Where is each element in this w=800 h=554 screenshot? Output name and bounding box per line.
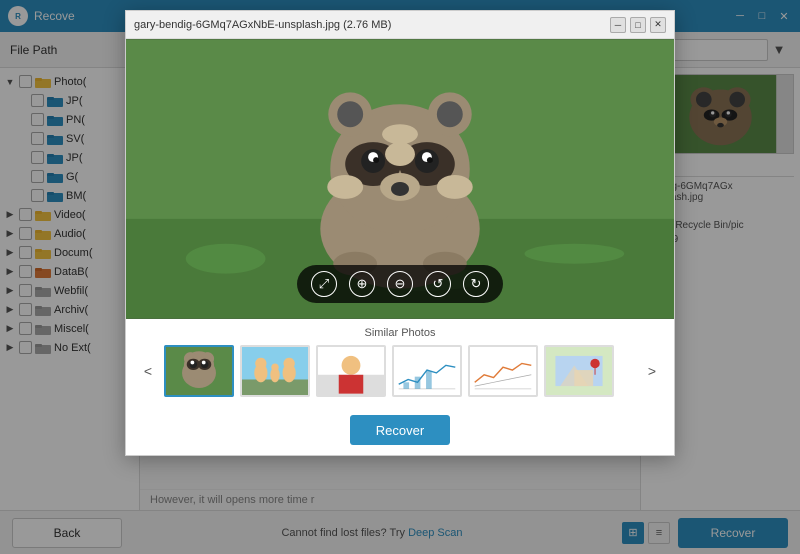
modal-title: gary-bendig-6GMq7AGxNbE-unsplash.jpg (2.…	[134, 19, 610, 31]
modal-recover-area: Recover	[126, 405, 674, 455]
similar-photos-row: <	[138, 345, 662, 397]
thumb-inner-4	[394, 347, 460, 395]
preview-modal: gary-bendig-6GMq7AGxNbE-unsplash.jpg (2.…	[125, 10, 675, 456]
thumb-inner-6	[546, 347, 612, 395]
thumb-inner-3	[318, 347, 384, 395]
thumb-inner-2	[242, 347, 308, 395]
similar-photos-title: Similar Photos	[138, 327, 662, 339]
modal-recover-button[interactable]: Recover	[350, 415, 450, 445]
thumb-inner-5	[470, 347, 536, 395]
rotate-right-button[interactable]: ↻	[463, 271, 489, 297]
rotate-left-button[interactable]: ↺	[425, 271, 451, 297]
similar-thumbs-container	[164, 345, 636, 397]
modal-overlay: gary-bendig-6GMq7AGxNbE-unsplash.jpg (2.…	[0, 0, 800, 554]
image-controls: ⤢ ⊕ ⊖ ↺ ↻	[297, 265, 503, 303]
modal-title-bar: gary-bendig-6GMq7AGxNbE-unsplash.jpg (2.…	[126, 11, 674, 39]
similar-photos-section: Similar Photos <	[126, 319, 674, 405]
similar-thumb-6[interactable]	[544, 345, 614, 397]
modal-title-controls: ─ □ ✕	[610, 17, 666, 33]
modal-maximize-button[interactable]: □	[630, 17, 646, 33]
similar-thumb-1[interactable]	[164, 345, 234, 397]
similar-thumb-4[interactable]	[392, 345, 462, 397]
prev-arrow-button[interactable]: <	[138, 361, 158, 381]
app-window: R Recove ─ □ ✕ File Path ▼ ▼ Photo(	[0, 0, 800, 554]
thumb-inner-1	[166, 347, 232, 395]
modal-minimize-button[interactable]: ─	[610, 17, 626, 33]
modal-image-area: ⤢ ⊕ ⊖ ↺ ↻	[126, 39, 674, 319]
next-arrow-button[interactable]: >	[642, 361, 662, 381]
similar-thumb-3[interactable]	[316, 345, 386, 397]
similar-thumb-2[interactable]	[240, 345, 310, 397]
zoom-out-button[interactable]: ⊖	[387, 271, 413, 297]
modal-close-button[interactable]: ✕	[650, 17, 666, 33]
similar-thumb-5[interactable]	[468, 345, 538, 397]
zoom-in-button[interactable]: ⊕	[349, 271, 375, 297]
fit-to-screen-button[interactable]: ⤢	[311, 271, 337, 297]
